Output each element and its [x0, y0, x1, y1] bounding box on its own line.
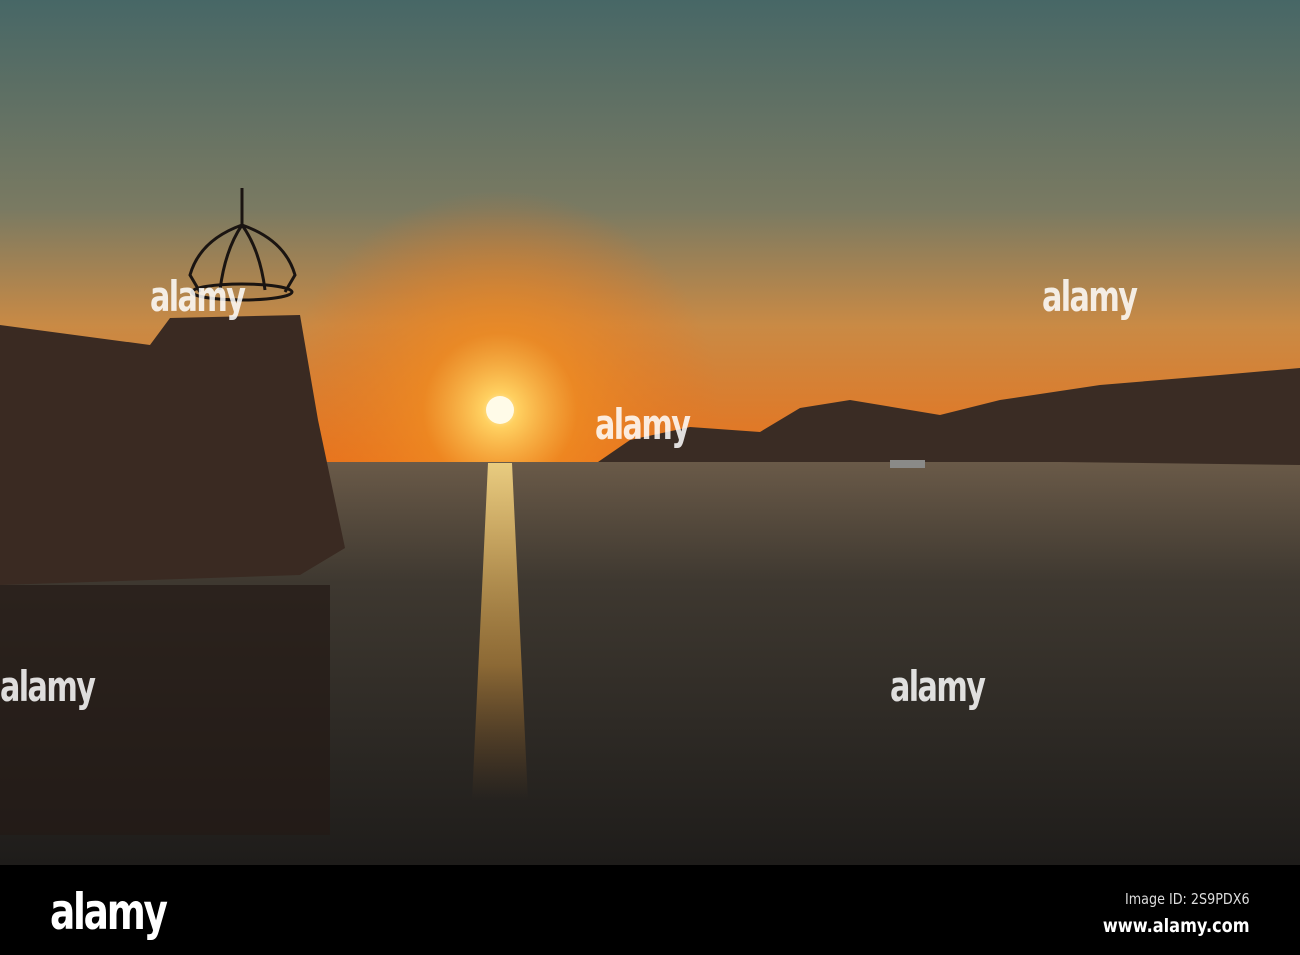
stock-photo: alamy alamy alamy alamy alamy alamy Imag… [0, 0, 1300, 955]
alamy-logo: alamy [50, 883, 168, 941]
watermark: alamy [0, 662, 96, 711]
watermark: alamy [150, 272, 246, 321]
boat [890, 460, 925, 468]
fort-wall [0, 315, 345, 585]
watermark: alamy [595, 400, 691, 449]
image-id: Image ID: 2S9PDX6 [1125, 890, 1250, 908]
sun [486, 396, 514, 424]
site-url[interactable]: www.alamy.com [1103, 915, 1250, 937]
footer-bar: alamy Image ID: 2S9PDX6 www.alamy.com [0, 865, 1300, 955]
watermark: alamy [1042, 272, 1138, 321]
watermark: alamy [890, 662, 986, 711]
